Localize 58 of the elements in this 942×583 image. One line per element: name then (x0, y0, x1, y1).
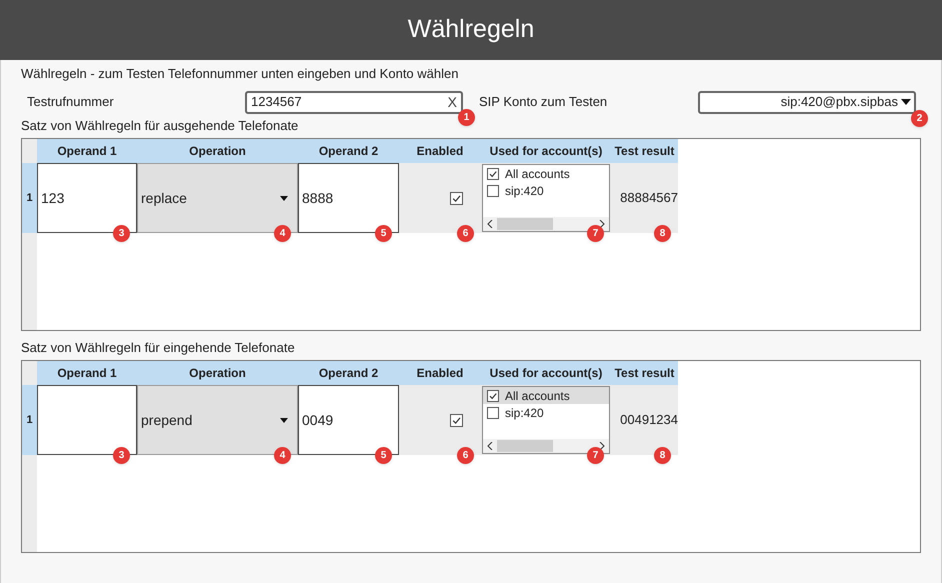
scrollbar-thumb[interactable] (497, 218, 553, 230)
list-item[interactable]: All accounts (483, 387, 609, 404)
header-corner (22, 361, 37, 385)
column-header: Enabled (399, 139, 481, 163)
callout-badge: 7 (587, 447, 604, 464)
callout-badge: 6 (457, 225, 474, 242)
test-result: 00491234 (620, 411, 678, 430)
column-header: Used for account(s) (481, 139, 611, 163)
caret-icon (901, 99, 911, 105)
checked-checkbox[interactable] (450, 414, 463, 426)
column-header: Operand 2 (298, 139, 399, 163)
callout-badge: 3 (113, 447, 130, 464)
scrollbar[interactable] (483, 439, 609, 453)
row-number: 1 (22, 163, 37, 233)
callout-badge: 8 (654, 225, 671, 242)
window-title: Wählregeln (408, 14, 534, 46)
checkbox[interactable] (487, 184, 499, 196)
section-title: Satz von Wählregeln für ausgehende Telefonate (21, 118, 300, 134)
callout-badge: 4 (274, 225, 291, 242)
column-header: Operand 1 (37, 139, 137, 163)
column-header: Operand 2 (298, 361, 399, 385)
column-header: Test result (611, 361, 678, 385)
input-field[interactable]: 1234567 X (245, 90, 463, 114)
checked-checkbox[interactable] (487, 168, 499, 180)
checked-checkbox[interactable] (450, 192, 463, 204)
list-item[interactable]: sip:420 (483, 182, 609, 199)
callout-badge: 7 (587, 225, 604, 242)
column-header: Test result (611, 139, 678, 163)
callout-badge: 5 (375, 225, 392, 242)
checked-checkbox[interactable] (487, 390, 499, 402)
column-header: Enabled (399, 361, 481, 385)
callout-badge: 4 (274, 447, 291, 464)
caret-icon (280, 418, 288, 422)
list-item[interactable]: All accounts (483, 165, 609, 182)
column-header: Operation (137, 361, 298, 385)
clear-button[interactable]: X (448, 92, 457, 112)
callout-badge: 5 (375, 447, 392, 464)
test-result: 88884567 (620, 189, 678, 208)
callout-badge: 8 (654, 447, 671, 464)
field-label: SIP Konto zum Testen (479, 93, 608, 112)
callout-badge: 2 (911, 110, 928, 126)
section-title: Satz von Wählregeln für eingehende Telefonate (21, 340, 296, 356)
column-header: Used for account(s) (481, 361, 611, 385)
row-number: 1 (22, 385, 37, 455)
caret-icon (280, 196, 288, 200)
checkbox[interactable] (487, 406, 499, 418)
column-header: Operand 1 (37, 361, 137, 385)
scrollbar[interactable] (483, 217, 609, 231)
header-corner (22, 139, 37, 163)
scrollbar-thumb[interactable] (497, 440, 553, 452)
dropdown[interactable]: sip:420@pbx.sipbas (698, 90, 916, 114)
callout-badge: 1 (458, 108, 475, 126)
column-header: Operation (137, 139, 298, 163)
field-label: Testrufnummer (27, 93, 115, 112)
list-item[interactable]: sip:420 (483, 404, 609, 421)
callout-badge: 3 (113, 225, 130, 242)
callout-badge: 6 (457, 447, 474, 464)
instruction-text: Wählregeln - zum Testen Telefonnummer unten eingeben und Konto wählen (21, 66, 460, 82)
